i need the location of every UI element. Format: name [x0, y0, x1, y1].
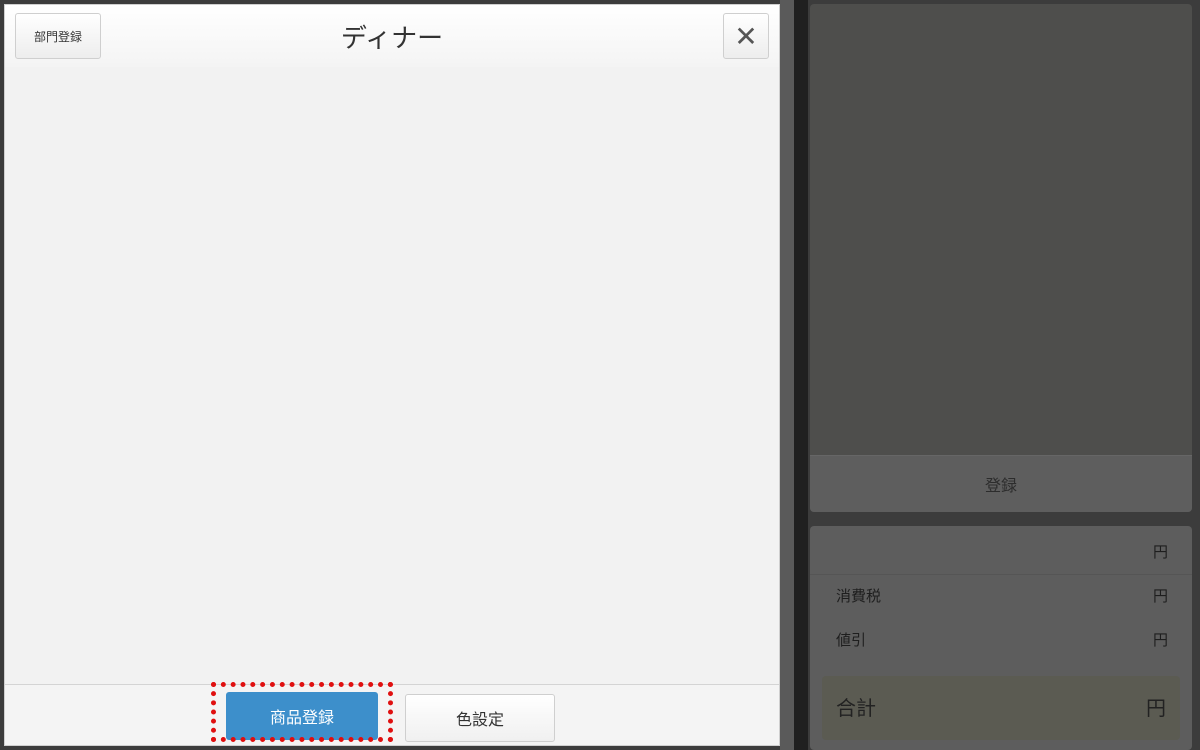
dialog-content-area	[5, 67, 779, 685]
discount-unit: 円	[1152, 631, 1168, 649]
color-settings-button[interactable]: 色設定	[405, 694, 555, 742]
discount-row: 値引 円	[810, 618, 1192, 662]
tax-row: 消費税 円	[810, 574, 1192, 618]
tax-unit: 円	[1152, 587, 1168, 605]
summary-panel: 円 消費税 円 値引 円 合計 円	[810, 526, 1192, 750]
order-list-panel: 登録	[810, 4, 1192, 512]
subtotal-row: 円	[810, 530, 1192, 575]
discount-label: 値引	[836, 631, 867, 649]
dialog-title: ディナー	[340, 23, 444, 54]
dialog-header: ディナー 部門登録 ✕	[5, 5, 779, 68]
department-dialog: ディナー 部門登録 ✕	[4, 4, 780, 746]
register-button[interactable]: 登録	[810, 455, 1192, 512]
total-label: 合計	[836, 696, 876, 720]
tax-label: 消費税	[836, 587, 882, 605]
total-unit: 円	[1146, 696, 1166, 720]
panel-gutter	[794, 0, 808, 750]
close-icon: ✕	[734, 19, 758, 53]
total-row: 合計 円	[822, 676, 1180, 740]
department-register-button[interactable]: 部門登録	[15, 13, 101, 59]
app-frame: ディナー 部門登録 ✕ 商品登録 色設定 登録 円 消費税 円 値引 円 合計 …	[0, 0, 1200, 750]
close-button[interactable]: ✕	[723, 13, 769, 59]
highlight-annotation	[211, 682, 393, 742]
panel-divider	[780, 0, 794, 750]
subtotal-unit: 円	[1152, 543, 1168, 561]
